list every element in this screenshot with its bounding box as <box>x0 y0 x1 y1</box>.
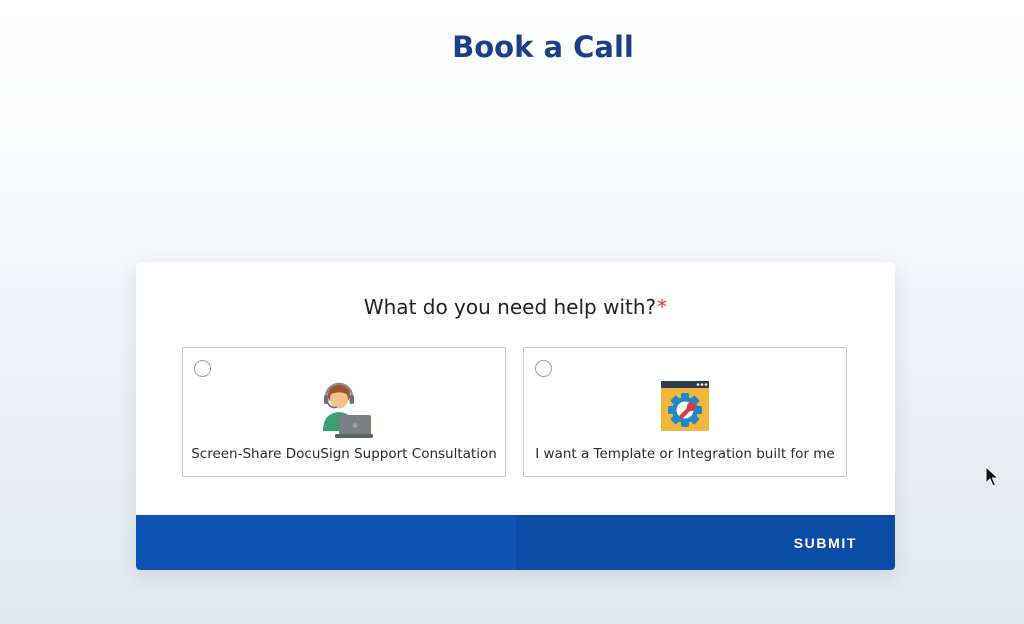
option-template-integration[interactable]: I want a Template or Integration built f… <box>523 347 847 477</box>
gear-wrench-icon <box>650 373 720 443</box>
question-label: What do you need help with?* <box>136 295 895 319</box>
booking-form: What do you need help with?* Screen-Shar… <box>136 262 895 570</box>
required-marker: * <box>657 295 668 319</box>
option-1-radio[interactable] <box>194 360 211 377</box>
support-agent-icon <box>309 373 379 443</box>
page-title: Book a Call <box>452 30 634 64</box>
option-2-radio[interactable] <box>535 360 552 377</box>
option-screen-share-support[interactable]: Screen-Share DocuSign Support Consultati… <box>182 347 506 477</box>
option-2-label: I want a Template or Integration built f… <box>535 446 835 462</box>
option-1-label: Screen-Share DocuSign Support Consultati… <box>191 446 497 462</box>
submit-bar: SUBMIT <box>136 515 895 570</box>
submit-button[interactable]: SUBMIT <box>516 515 895 570</box>
submit-bar-spacer <box>136 515 516 570</box>
question-text: What do you need help with? <box>363 295 657 319</box>
mouse-cursor-icon <box>985 465 1000 488</box>
